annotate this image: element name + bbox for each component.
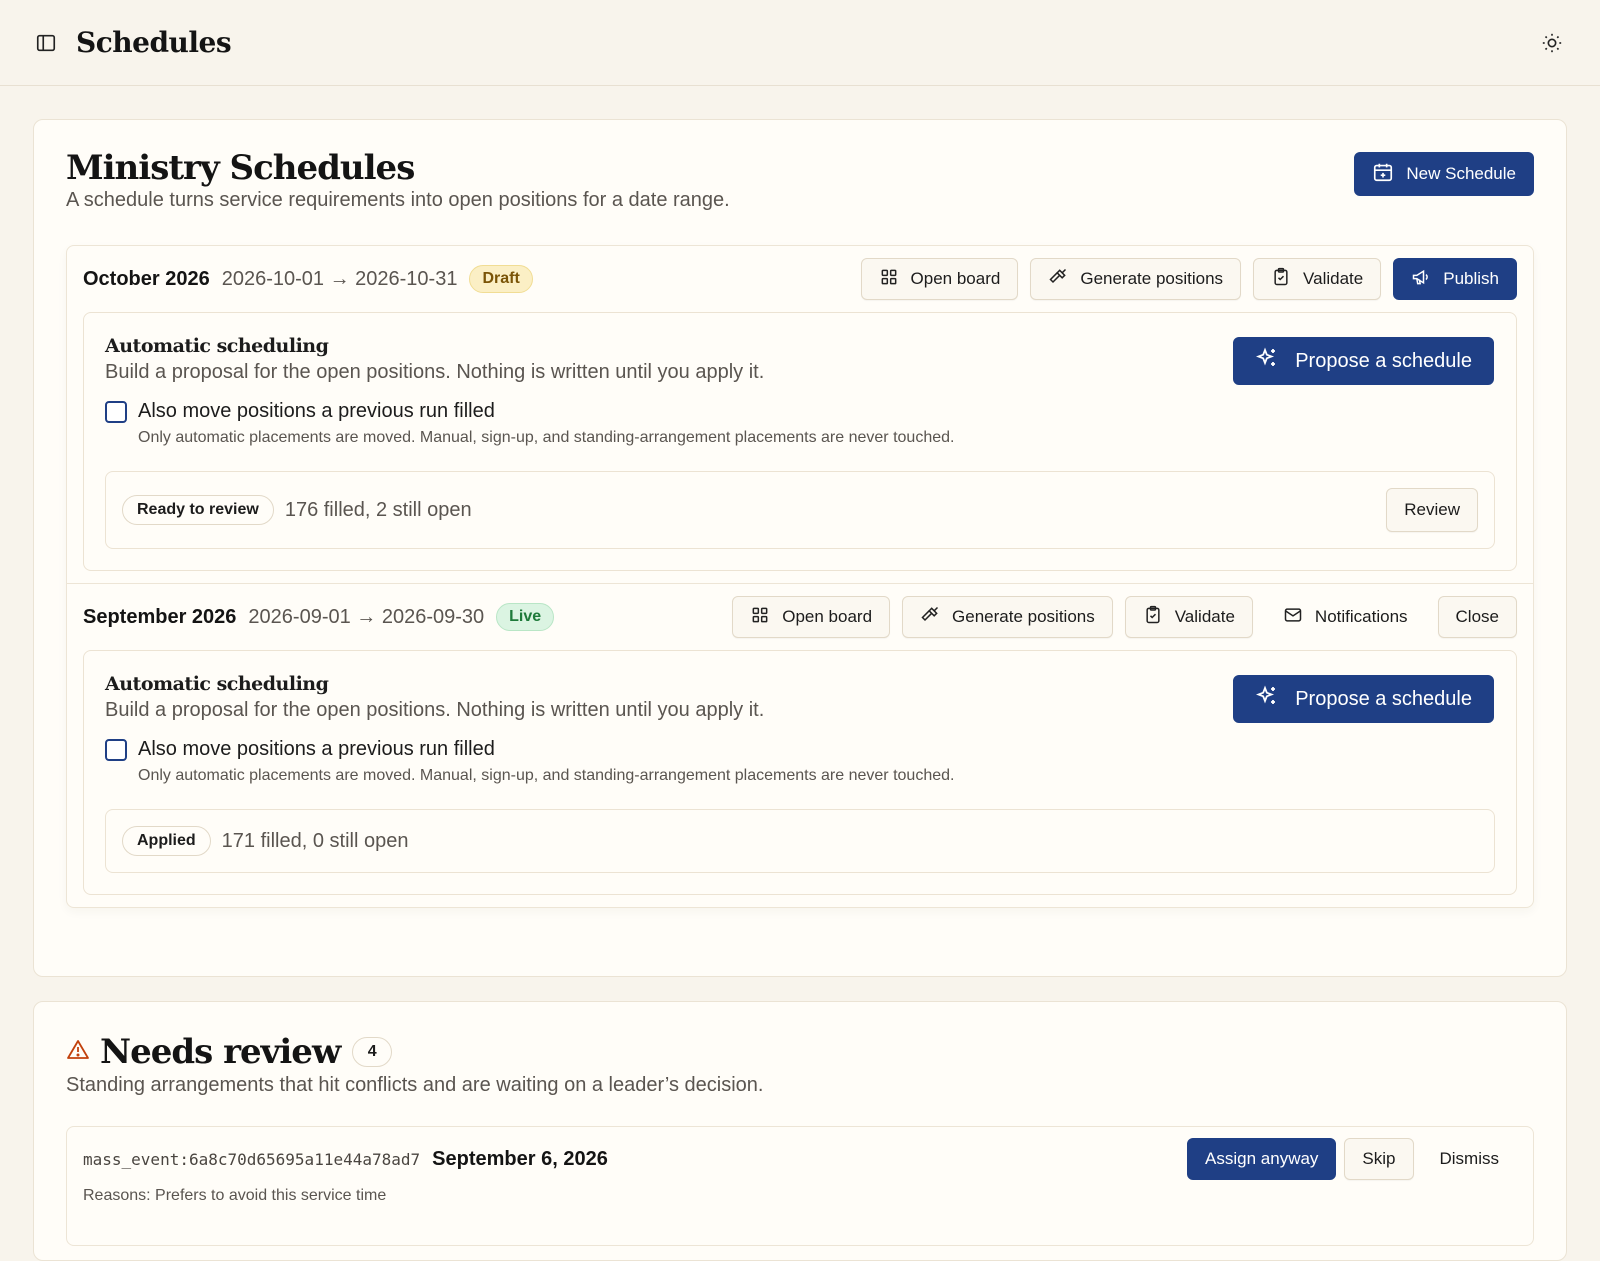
publish-button[interactable]: Publish [1393, 258, 1517, 300]
checkbox-help: Only automatic placements are moved. Man… [138, 767, 955, 784]
warning-icon [66, 1038, 90, 1067]
move-filled-checkbox[interactable] [105, 739, 127, 761]
card-header: Ministry Schedules A schedule turns serv… [66, 148, 1534, 212]
validate-button[interactable]: Validate [1253, 258, 1382, 300]
checkbox-text: Also move positions a previous run fille… [138, 738, 954, 785]
move-filled-option: Also move positions a previous run fille… [105, 738, 1495, 785]
needs-review-header: Needs review 4 Standing arrangements tha… [66, 1032, 1534, 1097]
schedule-row: October 2026 2026-10-01 → 2026-10-31 Dra… [83, 246, 1517, 312]
calendar-plus-icon [1372, 161, 1394, 188]
sparkles-icon [1255, 684, 1279, 714]
status-badge: Live [496, 603, 555, 631]
status-pill: Ready to review [122, 495, 274, 525]
needs-review-title: Needs review [100, 1032, 341, 1072]
schedule-name: September 2026 [83, 605, 237, 628]
new-schedule-button[interactable]: New Schedule [1354, 152, 1534, 196]
needs-review-title-row: Needs review 4 [66, 1032, 1534, 1072]
sidebar-toggle-icon[interactable] [34, 31, 58, 55]
count-badge: 4 [352, 1037, 393, 1067]
move-filled-checkbox[interactable] [105, 401, 127, 423]
automatic-scheduling-panel: Automatic scheduling Build a proposal fo… [83, 650, 1517, 895]
checkbox-label: Also move positions a previous run fille… [138, 738, 495, 760]
dismiss-button[interactable]: Dismiss [1422, 1138, 1518, 1180]
needs-review-card: Needs review 4 Standing arrangements tha… [33, 1001, 1567, 1261]
sun-icon[interactable] [1538, 29, 1566, 57]
review-button[interactable]: Review [1386, 488, 1478, 532]
open-board-button[interactable]: Open board [732, 596, 891, 638]
schedule-item: September 2026 2026-09-01 → 2026-09-30 L… [67, 583, 1533, 907]
schedule-range: 2026-09-01 → 2026-09-30 [248, 605, 485, 628]
status-text: 171 filled, 0 still open [221, 829, 409, 852]
publish-label: Publish [1443, 269, 1499, 288]
validate-button[interactable]: Validate [1124, 596, 1253, 638]
propose-label: Propose a schedule [1295, 349, 1472, 372]
section-title: Ministry Schedules [66, 148, 415, 188]
hammer-icon [920, 605, 940, 630]
review-reasons: Reasons: Prefers to avoid this service t… [83, 1187, 387, 1204]
needs-review-subtitle: Standing arrangements that hit conflicts… [66, 1074, 764, 1096]
schedule-row: September 2026 2026-09-01 → 2026-09-30 L… [83, 584, 1517, 650]
proposal-status: Applied 171 filled, 0 still open [105, 809, 1495, 873]
review-item: mass_event:6a8c70d65695a11e44a78ad7 Sept… [66, 1126, 1534, 1246]
validate-label: Validate [1303, 269, 1364, 288]
ministry-schedules-card: Ministry Schedules A schedule turns serv… [33, 119, 1567, 977]
open-board-label: Open board [782, 607, 873, 626]
skip-button[interactable]: Skip [1344, 1138, 1414, 1180]
review-item-row: mass_event:6a8c70d65695a11e44a78ad7 Sept… [83, 1127, 1517, 1191]
top-bar: Schedules [0, 0, 1600, 86]
megaphone-icon [1411, 267, 1431, 292]
event-date: September 6, 2026 [432, 1147, 608, 1170]
event-id: mass_event:6a8c70d65695a11e44a78ad7 [83, 1149, 421, 1169]
schedule-range: 2026-10-01 → 2026-10-31 [221, 267, 458, 290]
clipboard-check-icon [1271, 267, 1291, 292]
schedule-name: October 2026 [83, 267, 210, 290]
schedule-list: October 2026 2026-10-01 → 2026-10-31 Dra… [66, 245, 1534, 908]
automatic-scheduling-panel: Automatic scheduling Build a proposal fo… [83, 312, 1517, 571]
notifications-button[interactable]: Notifications [1265, 596, 1426, 638]
proposal-status: Ready to review 176 filled, 2 still open… [105, 471, 1495, 549]
generate-positions-label: Generate positions [952, 607, 1095, 626]
clipboard-check-icon [1143, 605, 1163, 630]
validate-label: Validate [1174, 607, 1235, 626]
sparkles-icon [1255, 346, 1279, 376]
grid-icon [750, 605, 770, 630]
checkbox-help: Only automatic placements are moved. Man… [138, 429, 955, 446]
generate-positions-label: Generate positions [1080, 269, 1224, 288]
move-filled-option: Also move positions a previous run fille… [105, 400, 1495, 447]
mail-icon [1283, 605, 1303, 630]
hammer-icon [1048, 267, 1068, 292]
notifications-label: Notifications [1314, 607, 1408, 626]
assign-anyway-button[interactable]: Assign anyway [1187, 1138, 1337, 1180]
generate-positions-button[interactable]: Generate positions [1030, 258, 1242, 300]
checkbox-text: Also move positions a previous run fille… [138, 400, 954, 447]
propose-schedule-button[interactable]: Propose a schedule [1233, 675, 1494, 723]
status-badge: Draft [469, 265, 533, 293]
propose-schedule-button[interactable]: Propose a schedule [1233, 337, 1494, 385]
propose-label: Propose a schedule [1295, 687, 1472, 710]
generate-positions-button[interactable]: Generate positions [902, 596, 1113, 638]
schedule-actions: Open board Generate positions Validate P… [860, 258, 1517, 300]
new-schedule-label: New Schedule [1406, 164, 1516, 183]
page-title: Schedules [76, 26, 232, 59]
schedule-actions: Open board Generate positions Validate N… [732, 596, 1517, 638]
checkbox-label: Also move positions a previous run fille… [138, 400, 495, 422]
review-actions: Assign anyway Skip Dismiss [1187, 1138, 1517, 1180]
status-pill: Applied [122, 826, 211, 856]
open-board-label: Open board [910, 269, 1001, 288]
grid-icon [879, 267, 899, 292]
status-text: 176 filled, 2 still open [284, 498, 472, 521]
close-button[interactable]: Close [1437, 596, 1517, 638]
open-board-button[interactable]: Open board [860, 258, 1019, 300]
section-subtitle: A schedule turns service requirements in… [66, 189, 730, 212]
schedule-item: October 2026 2026-10-01 → 2026-10-31 Dra… [67, 246, 1533, 583]
